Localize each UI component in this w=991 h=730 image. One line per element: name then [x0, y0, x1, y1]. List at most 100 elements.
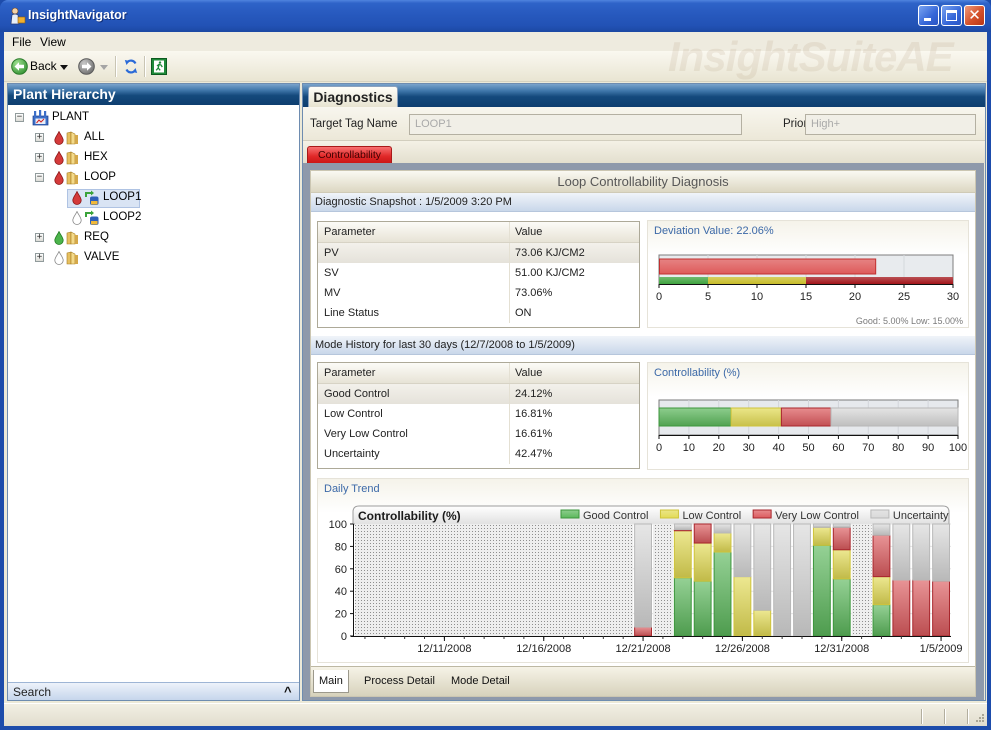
x-tick-label: 12/11/2008	[417, 643, 471, 655]
table-row[interactable]: Very Low Control 16.61%	[318, 424, 639, 444]
status-separator	[944, 709, 946, 724]
table-row[interactable]: Low Control 16.81%	[318, 404, 639, 424]
collapse-icon[interactable]: −	[35, 173, 44, 182]
column-header-parameter[interactable]: Parameter	[318, 363, 510, 383]
expand-icon[interactable]: +	[35, 153, 44, 162]
tree-node-plant[interactable]: − PLANT	[8, 109, 299, 127]
x-tick-label: 30	[947, 291, 959, 303]
priority-field[interactable]: High+	[805, 114, 976, 135]
bar-segment-uncertainty	[912, 523, 931, 581]
mode-history-table: Parameter Value Good Control 24.12% Low …	[317, 362, 640, 469]
status-drop-icon	[54, 130, 64, 148]
x-tick-label: 0	[656, 442, 662, 454]
y-tick-label: 80	[335, 541, 347, 553]
maximize-button[interactable]	[941, 5, 962, 26]
minimize-button[interactable]	[918, 5, 939, 26]
deviation-chart-panel: Deviation Value: 22.06% 0 5 10 15 20 25 30 Good…	[647, 220, 969, 328]
bar-segment-low-control	[872, 576, 891, 606]
table-row[interactable]: Line Status ON	[318, 303, 639, 323]
title-bar[interactable]: InsightNavigator ✕	[0, 0, 991, 32]
bar-segment-uncertainty	[753, 523, 772, 611]
expand-icon[interactable]: +	[35, 133, 44, 142]
tree-node-req[interactable]: + REQ	[8, 229, 299, 247]
tag-filter-row: Target Tag Name LOOP1 Priority High+	[303, 107, 985, 141]
x-tick-label: 0	[656, 291, 662, 303]
parameter-cell: MV	[318, 283, 510, 303]
exit-icon[interactable]	[151, 58, 167, 78]
search-label: Search	[13, 685, 52, 699]
snapshot-section-header: Diagnostic Snapshot : 1/5/2009 3:20 PM	[311, 193, 975, 212]
tab-diagnostics[interactable]: Diagnostics	[308, 86, 398, 108]
snapshot-table: Parameter Value PV 73.06 KJ/CM2 SV 51.00…	[317, 221, 640, 328]
day-column	[912, 523, 931, 637]
status-drop-icon	[54, 250, 64, 268]
table-row[interactable]: Good Control 24.12%	[318, 384, 639, 404]
day-column	[793, 523, 811, 637]
folder-icon	[66, 131, 79, 148]
x-tick-label: 60	[832, 442, 844, 454]
column-header-value[interactable]: Value	[510, 363, 542, 383]
bar-segment-low-control	[673, 530, 692, 579]
resize-grip-icon[interactable]	[974, 712, 985, 726]
tab-controllability[interactable]: Controllability	[307, 146, 392, 164]
x-tick-label: 10	[683, 442, 695, 454]
table-row[interactable]: PV 73.06 KJ/CM2	[318, 243, 639, 263]
bar-segment-low-control	[753, 609, 772, 637]
day-column	[872, 523, 891, 637]
expand-icon[interactable]: +	[35, 253, 44, 262]
table-row[interactable]: MV 73.06%	[318, 283, 639, 303]
tab-mode-detail[interactable]: Mode Detail	[451, 670, 510, 693]
tree-node-loop2[interactable]: LOOP2	[8, 209, 299, 227]
bar-segment-good-control	[713, 551, 732, 637]
status-drop-icon	[72, 190, 82, 208]
app-icon	[8, 7, 26, 25]
target-tag-field[interactable]: LOOP1	[409, 114, 742, 135]
forward-icon[interactable]	[78, 58, 95, 78]
parameter-cell: Very Low Control	[318, 424, 510, 444]
toolbar-separator	[115, 56, 117, 77]
status-separator	[921, 709, 923, 724]
back-dropdown-icon[interactable]	[60, 65, 68, 70]
x-tick-label: 50	[802, 442, 814, 454]
tree-node-loop1[interactable]: LOOP1	[8, 189, 299, 208]
parameter-cell: PV	[318, 243, 510, 263]
collapse-icon[interactable]: −	[15, 113, 24, 122]
folder-icon	[66, 251, 79, 268]
refresh-icon[interactable]	[124, 58, 138, 78]
plant-icon	[32, 109, 49, 129]
expand-icon[interactable]: +	[35, 233, 44, 242]
forward-dropdown-icon[interactable]	[100, 65, 108, 70]
menu-file[interactable]: File	[12, 35, 31, 49]
segment-uncertainty	[830, 407, 959, 427]
bar-segment-good-control	[872, 604, 891, 637]
back-icon	[11, 58, 28, 78]
table-row[interactable]: SV 51.00 KJ/CM2	[318, 263, 639, 283]
tab-main[interactable]: Main	[313, 670, 349, 693]
status-drop-icon	[54, 230, 64, 248]
bar-segment-uncertainty	[733, 523, 752, 578]
parameter-cell: Low Control	[318, 404, 510, 424]
bar-segment-very-low-control	[634, 626, 652, 637]
table-row[interactable]: Uncertainty 42.47%	[318, 444, 639, 464]
tree-node-valve[interactable]: + VALVE	[8, 249, 299, 267]
menu-view[interactable]: View	[40, 35, 66, 49]
tab-process-detail[interactable]: Process Detail	[364, 670, 435, 693]
chevron-up-icon[interactable]: ^	[284, 684, 292, 699]
close-button[interactable]: ✕	[964, 5, 985, 26]
x-tick-label: 25	[898, 291, 910, 303]
column-header-value[interactable]: Value	[510, 222, 542, 242]
bar-segment-good-control	[812, 544, 831, 637]
search-bar[interactable]: Search ^	[8, 682, 299, 700]
bar-segment-low-control	[713, 532, 732, 553]
bar-segment-uncertainty	[793, 523, 811, 637]
column-header-parameter[interactable]: Parameter	[318, 222, 510, 242]
tree-node-loop[interactable]: − LOOP	[8, 169, 299, 187]
chart-title: Controllability (%)	[358, 509, 461, 523]
x-tick-label: 15	[800, 291, 812, 303]
bar-segment-uncertainty	[892, 523, 911, 581]
bar-segment-uncertainty	[773, 523, 792, 637]
tree-node-all[interactable]: + ALL	[8, 129, 299, 147]
x-tick-label: 12/31/2008	[814, 643, 869, 655]
legend-label: Good Control	[583, 510, 648, 522]
tree-node-hex[interactable]: + HEX	[8, 149, 299, 167]
